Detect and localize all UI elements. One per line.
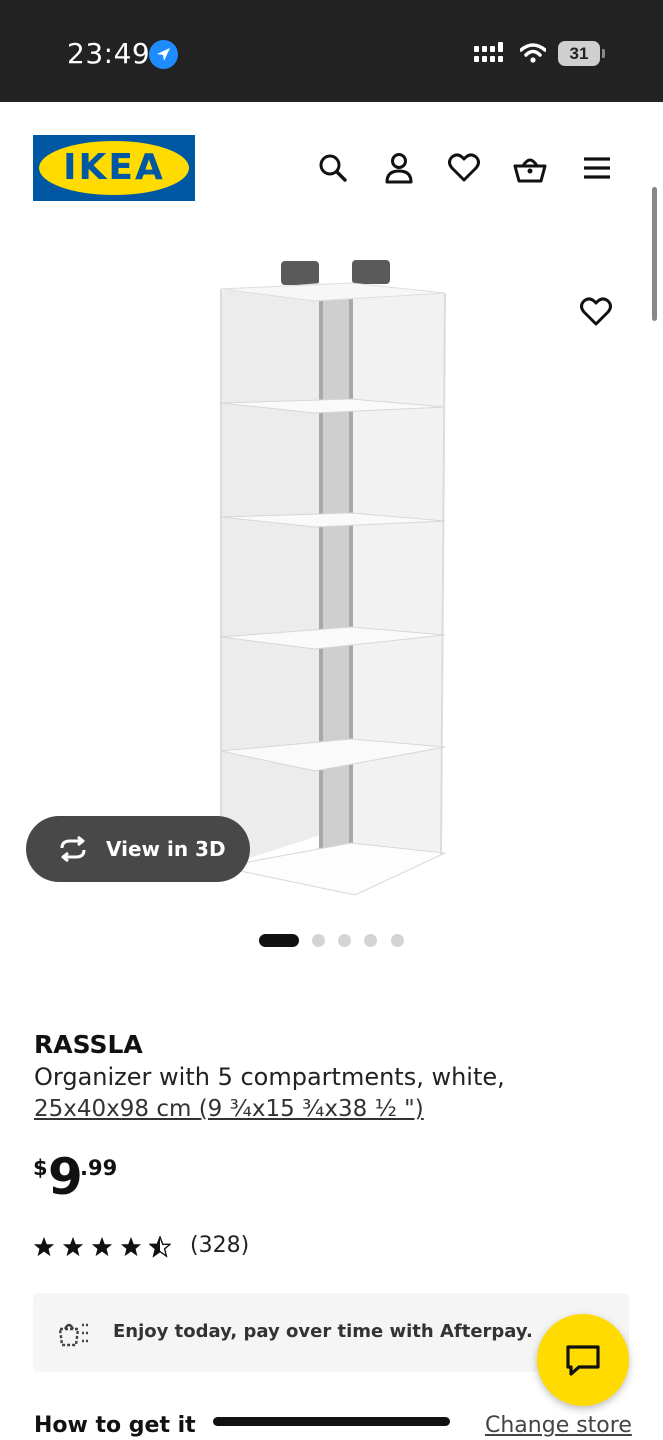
rating-count[interactable]: (328): [190, 1233, 249, 1258]
star-full-icon: [91, 1236, 113, 1258]
price-integer: 9: [48, 1148, 83, 1206]
wifi-icon: [519, 43, 547, 68]
menu-icon[interactable]: [580, 150, 614, 186]
how-to-get-it-heading: How to get it: [34, 1413, 196, 1438]
signal-icon: [474, 42, 508, 69]
battery-icon: 31: [558, 41, 605, 66]
account-icon[interactable]: [382, 150, 416, 186]
star-full-icon: [33, 1236, 55, 1258]
home-indicator[interactable]: [213, 1417, 450, 1426]
search-icon[interactable]: [316, 150, 350, 186]
carousel-dot-5[interactable]: [391, 934, 404, 947]
page-scrollbar[interactable]: [652, 187, 657, 321]
afterpay-text: Enjoy today, pay over time with Afterpay…: [113, 1321, 533, 1342]
product-image[interactable]: [215, 255, 455, 900]
status-time: 23:49: [67, 37, 151, 70]
star-full-icon: [62, 1236, 84, 1258]
wishlist-icon[interactable]: [447, 150, 481, 186]
shopping-bag-icon: [57, 1319, 91, 1352]
carousel-dot-3[interactable]: [338, 934, 351, 947]
product-wishlist-icon[interactable]: [579, 296, 613, 328]
star-full-icon: [120, 1236, 142, 1258]
price-currency: $: [33, 1156, 48, 1180]
logo-text: IKEA: [63, 147, 165, 188]
chat-bubble-icon: [565, 1344, 601, 1383]
product-description: Organizer with 5 compartments, white,: [34, 1063, 505, 1091]
product-name: RASSLA: [34, 1030, 143, 1059]
price-decimal: .99: [80, 1156, 118, 1180]
location-arrow-icon: [149, 40, 178, 69]
carousel-dot-2[interactable]: [312, 934, 325, 947]
change-store-link[interactable]: Change store: [485, 1413, 632, 1438]
product-dimensions-link[interactable]: 25x40x98 cm (9 ¾x15 ¾x38 ½ "): [34, 1096, 424, 1122]
star-half-icon: [148, 1234, 172, 1258]
carousel-dot-1[interactable]: [259, 934, 299, 947]
basket-icon[interactable]: [512, 150, 547, 186]
view-in-3d-button[interactable]: View in 3D: [26, 816, 250, 882]
chat-button[interactable]: [537, 1314, 629, 1406]
ikea-logo[interactable]: IKEA: [33, 135, 195, 201]
rotate-3d-icon: [56, 835, 90, 867]
view-in-3d-label: View in 3D: [106, 837, 226, 861]
carousel-dot-4[interactable]: [364, 934, 377, 947]
status-bar: 23:49 31: [0, 0, 663, 102]
